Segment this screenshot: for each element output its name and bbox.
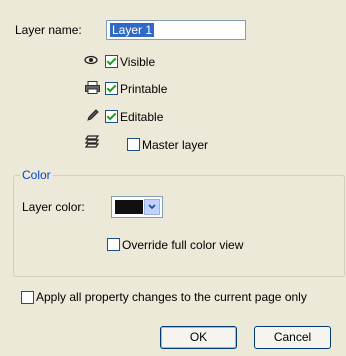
ok-button[interactable]: OK	[160, 326, 237, 349]
chevron-down-icon	[144, 199, 160, 215]
color-group-title: Color	[20, 168, 53, 182]
eye-icon	[84, 55, 98, 65]
layer-name-input[interactable]: Layer 1	[106, 20, 246, 40]
apply-all-checkbox[interactable]	[21, 291, 34, 304]
editable-label: Editable	[120, 110, 164, 124]
color-group-box	[13, 175, 345, 277]
cancel-button[interactable]: Cancel	[254, 326, 331, 349]
layer-color-dropdown[interactable]	[111, 196, 163, 218]
editable-checkbox[interactable]	[105, 110, 118, 123]
printable-label: Printable	[120, 82, 168, 96]
layer-name-label: Layer name:	[15, 23, 82, 37]
printable-checkbox[interactable]	[105, 82, 118, 95]
layer-name-value: Layer 1	[110, 23, 155, 37]
layer-color-label: Layer color:	[22, 200, 85, 214]
layer-color-swatch	[115, 200, 143, 214]
master-layer-icon	[85, 134, 100, 148]
apply-all-label: Apply all property changes to the curren…	[36, 290, 307, 304]
override-color-label: Override full color view	[122, 238, 244, 252]
visible-checkbox[interactable]	[105, 55, 118, 68]
visible-label: Visible	[120, 55, 156, 69]
override-color-checkbox[interactable]	[107, 238, 120, 251]
printer-icon	[85, 81, 100, 94]
master-layer-label: Master layer	[142, 138, 209, 152]
master-layer-checkbox[interactable]	[127, 138, 140, 151]
pencil-icon	[86, 108, 100, 122]
